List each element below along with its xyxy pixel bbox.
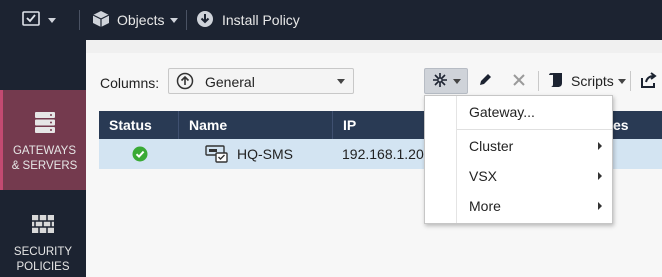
menu-divider [457, 129, 612, 130]
toolbar-divider [630, 71, 631, 91]
sidebar-item-gateways-servers[interactable]: GATEWAYS & SERVERS [0, 90, 86, 190]
column-divider[interactable] [332, 111, 333, 139]
chevron-right-icon [598, 202, 602, 210]
cube-icon [91, 9, 111, 32]
chevron-right-icon [598, 172, 602, 180]
gateway-icon [205, 139, 229, 169]
menu-item-label: More [469, 198, 501, 214]
objects-menu-button[interactable]: Objects [91, 0, 179, 40]
column-divider[interactable] [178, 111, 179, 139]
menu-item-more[interactable]: More [425, 191, 612, 221]
star-icon [432, 72, 448, 91]
export-button[interactable] [636, 68, 662, 94]
install-policy-icon [196, 10, 214, 31]
menu-item-vsx[interactable]: VSX [425, 161, 612, 191]
chevron-down-icon [617, 78, 626, 84]
sidebar-item-label: POLICIES [16, 261, 70, 273]
menu-item-label: Gateway... [469, 104, 535, 120]
menu-item-label: Cluster [469, 138, 514, 154]
status-ok-icon [132, 139, 148, 169]
sidebar-item-label: & SERVERS [11, 160, 78, 172]
edit-button[interactable] [474, 68, 496, 94]
chevron-down-icon [48, 17, 56, 23]
column-header-ip[interactable]: IP [343, 111, 356, 139]
columns-label: Columns: [100, 75, 160, 91]
new-object-menu: Gateway... Cluster VSX More [424, 95, 613, 224]
install-policy-label: Install Policy [222, 12, 300, 28]
columns-view-icon [176, 72, 194, 93]
chevron-right-icon [598, 142, 602, 150]
objects-label: Objects [117, 12, 165, 28]
script-icon [547, 71, 565, 92]
app-menu-icon [22, 10, 42, 31]
chevron-down-icon [337, 79, 345, 84]
left-sidebar: GATEWAYS & SERVERS SECURITY POLICIES [0, 40, 86, 277]
sidebar-item-security-policies[interactable]: SECURITY POLICIES [0, 210, 86, 277]
column-header-name[interactable]: Name [189, 111, 227, 139]
scripts-label: Scripts [571, 73, 614, 89]
delete-button[interactable] [508, 68, 530, 94]
close-icon [512, 73, 526, 90]
menu-item-gateway[interactable]: Gateway... [425, 97, 612, 127]
servers-icon [33, 110, 57, 139]
firewall-icon [31, 214, 55, 239]
app-menu-button[interactable] [22, 0, 56, 40]
menu-item-label: VSX [469, 168, 498, 184]
new-object-button[interactable] [424, 68, 468, 94]
chevron-down-icon [170, 17, 179, 23]
chevron-down-icon [452, 78, 461, 84]
top-toolbar: Objects Install Policy [0, 0, 662, 40]
install-policy-button[interactable]: Install Policy [196, 0, 300, 40]
toolbar-divider [538, 71, 539, 91]
row-ip: 192.168.1.20 [342, 146, 424, 162]
toolbar-divider [186, 10, 187, 30]
scripts-button[interactable]: Scripts [544, 68, 626, 94]
row-name: HQ-SMS [237, 146, 293, 162]
toolbar-divider [79, 10, 80, 30]
menu-item-cluster[interactable]: Cluster [425, 131, 612, 161]
pencil-icon [477, 72, 493, 91]
column-header-partial[interactable]: es [613, 111, 629, 139]
sidebar-item-label: SECURITY [13, 246, 73, 258]
column-header-status[interactable]: Status [109, 111, 152, 139]
columns-select[interactable]: General [168, 68, 354, 94]
sidebar-item-label: GATEWAYS [12, 145, 77, 157]
export-icon [640, 71, 658, 92]
columns-select-value: General [205, 74, 255, 90]
